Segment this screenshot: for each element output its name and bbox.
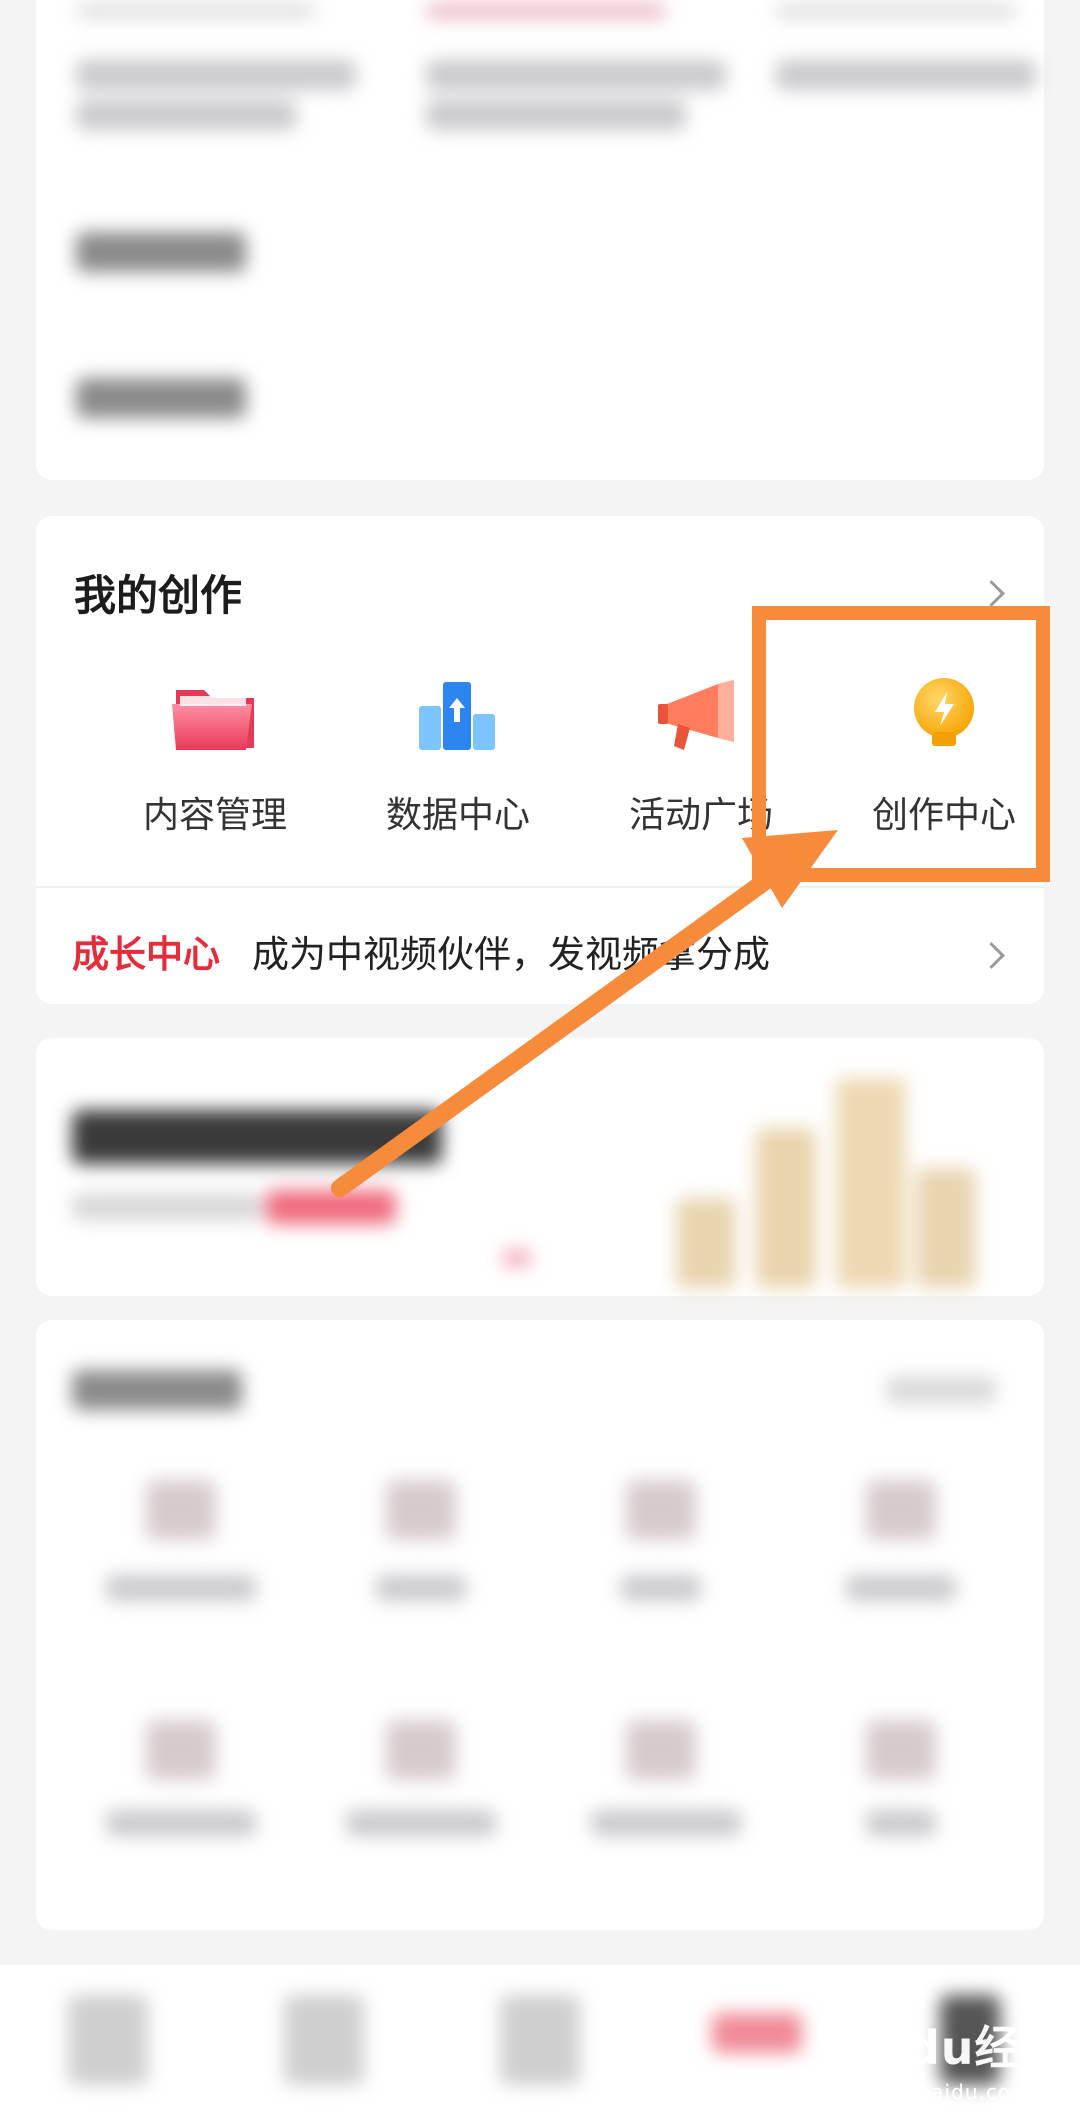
watermark-brand: Baidu经验	[822, 2021, 1069, 2075]
annotation-arrow	[331, 830, 838, 1197]
watermark-url: jingyan.baidu.com	[830, 2080, 1032, 2104]
